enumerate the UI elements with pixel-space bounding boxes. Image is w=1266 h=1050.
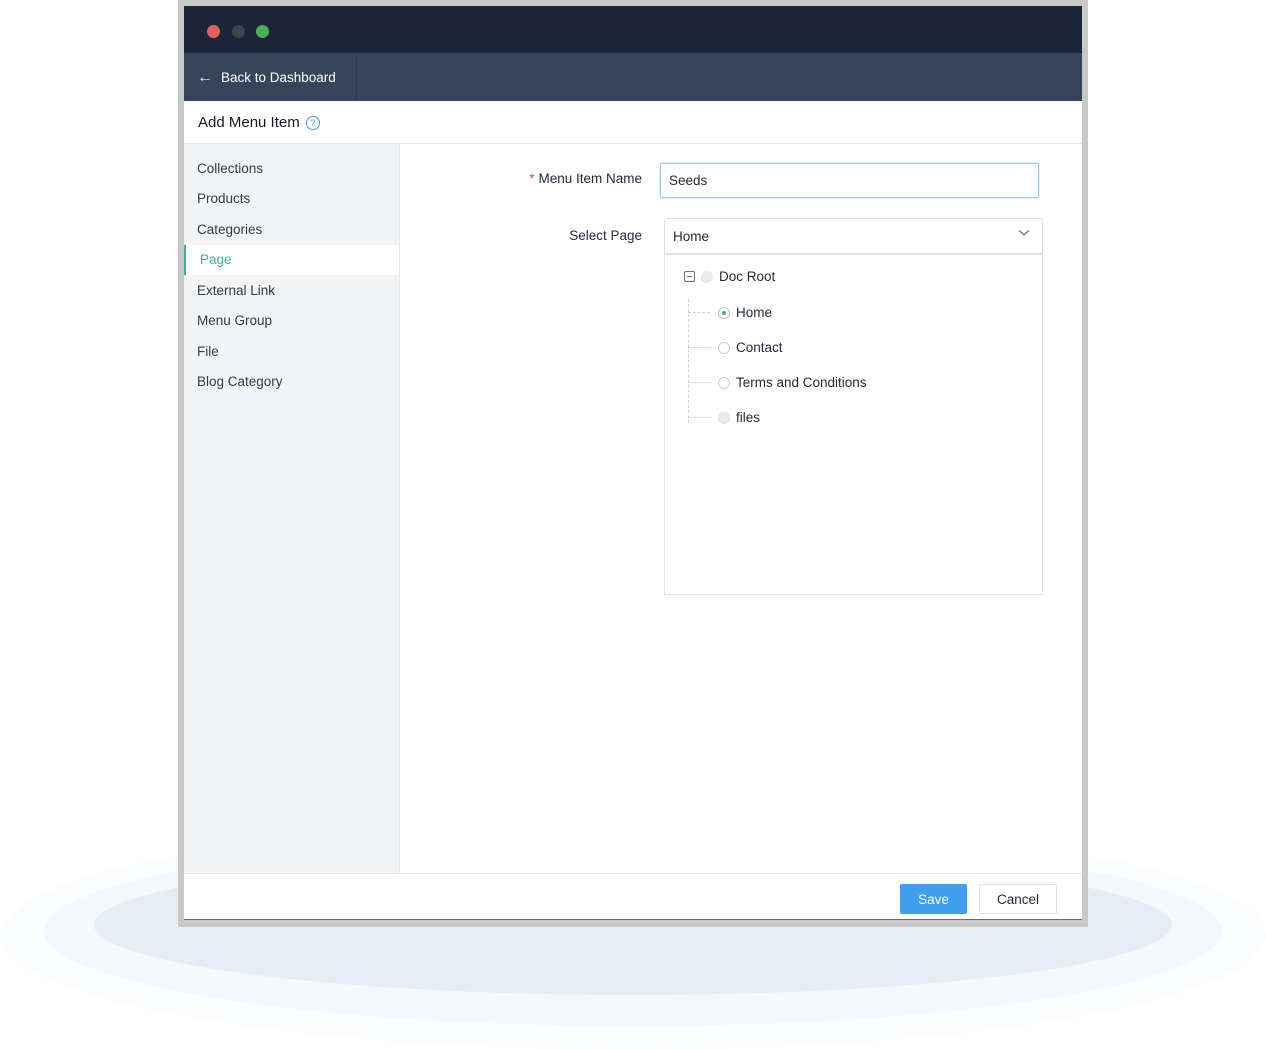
sidebar-item-label: Products: [197, 191, 251, 207]
radio-terms[interactable]: [718, 376, 730, 389]
radio-home[interactable]: [718, 306, 730, 319]
sidebar-item-label: Page: [200, 252, 232, 268]
chevron-down-icon: [1018, 230, 1030, 236]
menu-item-name-label-text: Menu Item Name: [538, 171, 642, 186]
sidebar-item-label: File: [197, 343, 219, 359]
collapse-icon[interactable]: [684, 271, 695, 282]
sidebar-item-label: Blog Category: [197, 374, 283, 390]
tree-connector: [688, 312, 710, 313]
tree-root-radio: [701, 270, 713, 283]
maximize-window-button[interactable]: [256, 25, 269, 38]
back-to-dashboard-button[interactable]: ← Back to Dashboard: [184, 54, 357, 101]
required-marker: *: [529, 171, 535, 186]
tree-node-label: Terms and Conditions: [736, 375, 867, 390]
sidebar-item-page[interactable]: Page: [184, 244, 399, 275]
question-circle-icon[interactable]: ?: [305, 116, 320, 130]
sidebar-item-external-link[interactable]: External Link: [184, 275, 399, 306]
arrow-left-icon: ←: [197, 68, 213, 86]
tree-node-files: files: [688, 410, 760, 425]
select-page-dropdown[interactable]: Home: [664, 218, 1043, 254]
tree-node-label: Home: [736, 305, 773, 320]
content-area: Collections Products Categories Page Ext…: [184, 144, 1082, 873]
radio-files: [718, 411, 730, 424]
menu-item-name-input[interactable]: [660, 163, 1039, 198]
page-header: Add Menu Item ?: [184, 101, 1082, 144]
tree-node-label: Contact: [736, 340, 783, 355]
tree-root-node: Doc Root: [684, 269, 775, 284]
app-window: ← Back to Dashboard Add Menu Item ? Coll…: [184, 6, 1082, 920]
top-nav: ← Back to Dashboard: [184, 54, 1082, 101]
tree-node-label: files: [736, 410, 761, 425]
sidebar-item-label: Menu Group: [197, 313, 273, 329]
cancel-button[interactable]: Cancel: [979, 884, 1057, 914]
title-bar: [184, 6, 1082, 54]
select-page-label: Select Page: [569, 228, 642, 243]
sidebar-item-label: Categories: [197, 221, 263, 237]
page-tree-panel: Doc Root Home Contact Terms and Conditio: [664, 254, 1043, 595]
sidebar-item-file[interactable]: File: [184, 336, 399, 367]
select-page-value: Home: [673, 228, 710, 244]
sidebar-item-collections[interactable]: Collections: [184, 153, 399, 184]
tree-node-terms[interactable]: Terms and Conditions: [688, 375, 867, 390]
sidebar-item-label: External Link: [197, 282, 276, 298]
save-button[interactable]: Save: [900, 884, 967, 914]
form-panel: *Menu Item Name Select Page Home Doc Roo…: [400, 144, 1082, 873]
page-title: Add Menu Item: [198, 113, 300, 131]
sidebar-item-label: Collections: [197, 160, 264, 176]
tree-connector: [688, 347, 710, 348]
form-footer: Save Cancel: [184, 873, 1082, 919]
menu-type-sidebar: Collections Products Categories Page Ext…: [184, 144, 400, 873]
tree-node-contact[interactable]: Contact: [688, 340, 783, 355]
tree-connector: [688, 417, 710, 418]
close-window-button[interactable]: [207, 25, 220, 38]
sidebar-item-menu-group[interactable]: Menu Group: [184, 306, 399, 337]
sidebar-item-categories[interactable]: Categories: [184, 214, 399, 245]
sidebar-item-blog-category[interactable]: Blog Category: [184, 367, 399, 398]
minimize-window-button[interactable]: [232, 25, 245, 38]
tree-connector: [688, 382, 710, 383]
sidebar-item-products[interactable]: Products: [184, 184, 399, 215]
tree-node-home[interactable]: Home: [688, 305, 772, 320]
tree-root-label: Doc Root: [719, 269, 776, 284]
back-to-dashboard-label: Back to Dashboard: [221, 70, 336, 85]
menu-item-name-label: * Menu Item Name: [529, 171, 642, 186]
radio-contact[interactable]: [718, 341, 730, 354]
